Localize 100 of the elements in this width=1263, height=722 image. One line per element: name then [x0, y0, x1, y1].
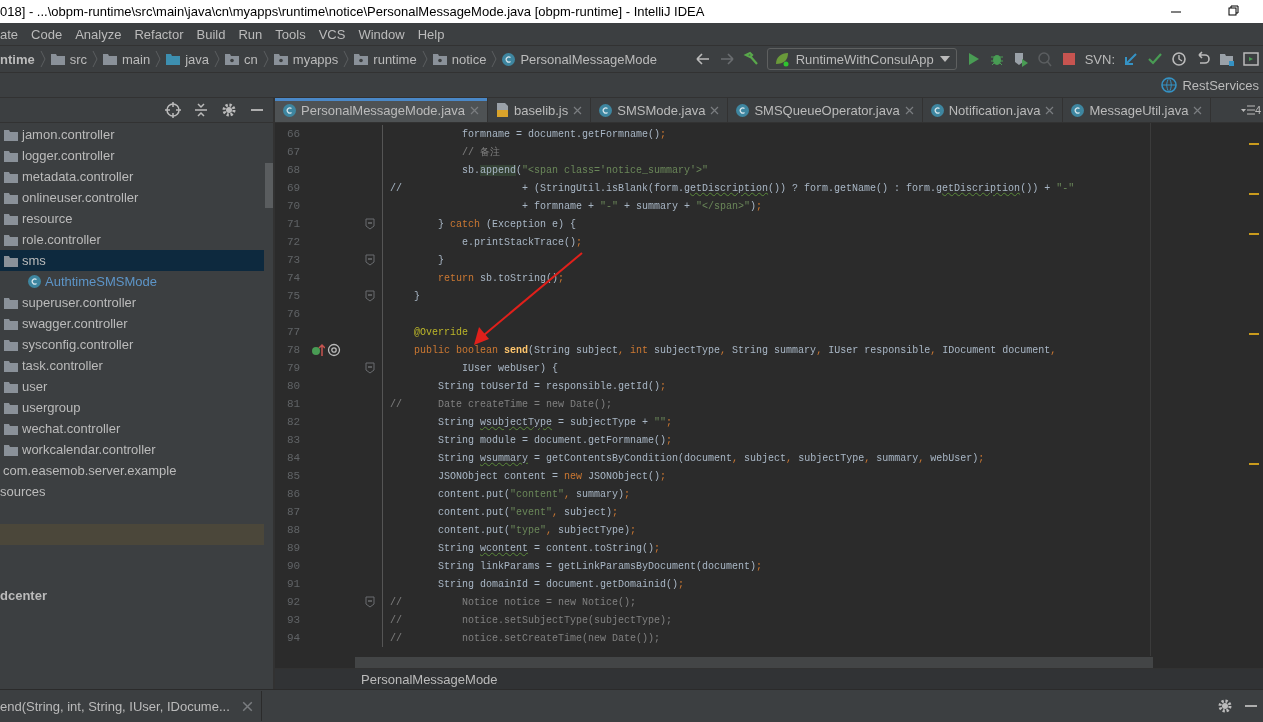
check-icon[interactable] [1147, 51, 1163, 67]
folder-icon [4, 317, 18, 330]
code-line: String wcontent = content.toString(); [437, 542, 661, 554]
window-icon[interactable] [1243, 51, 1259, 67]
breadcrumb[interactable]: runtime [354, 51, 417, 67]
menu-item[interactable]: Analyze [75, 26, 122, 42]
close-icon[interactable] [1193, 105, 1203, 115]
folder-icon [4, 191, 18, 204]
folder-icon [4, 422, 18, 435]
code-line: formname = document.getFormname(); [461, 128, 667, 140]
fold-marker-icon[interactable] [364, 362, 375, 374]
horizontal-scrollbar[interactable] [355, 657, 1153, 668]
tab-overflow-menu[interactable]: 4 [1240, 98, 1263, 122]
folder-icon [4, 380, 18, 393]
code-line: JSONObject content = new JSONObject(); [437, 470, 667, 482]
menu-item[interactable]: Tools [275, 26, 306, 42]
code-line: // notice.setSubjectType(subjectType); [390, 614, 673, 626]
spring-leaf-icon [773, 51, 790, 67]
tree-item[interactable]: jamon.controller [0, 124, 264, 145]
breadcrumb[interactable]: java [166, 51, 210, 67]
code-line: e.printStackTrace(); [461, 236, 583, 248]
settings-icon[interactable] [221, 102, 237, 118]
scroll-marker[interactable] [1249, 333, 1259, 335]
tree-item[interactable]: logger.controller [0, 145, 264, 166]
code-line: + formname + "-" + summary + "</span>"); [521, 200, 763, 212]
tree-item[interactable]: com.easemob.server.example [0, 460, 264, 481]
menu-item[interactable]: VCS [318, 26, 346, 42]
menu-item[interactable]: Code [31, 26, 63, 42]
scroll-marker[interactable] [1249, 193, 1259, 195]
folder-icon [4, 149, 18, 162]
tree-item[interactable]: AuthtimeSMSMode [0, 271, 264, 292]
class-icon [283, 103, 296, 117]
tree-item[interactable]: superuser.controller [0, 292, 264, 313]
target-icon[interactable] [165, 102, 181, 118]
scroll-marker[interactable] [1249, 143, 1259, 145]
folder-icon [50, 53, 65, 65]
history-clock-icon[interactable] [1171, 51, 1187, 67]
back-arrow-icon[interactable] [694, 51, 711, 67]
menu-item[interactable]: Window [358, 26, 405, 42]
menu-item[interactable]: Help [417, 26, 445, 42]
menu-item[interactable]: Refactor [134, 26, 184, 42]
stop-icon[interactable] [1060, 51, 1077, 67]
breadcrumb[interactable]: ntime [0, 51, 35, 67]
tree-item[interactable]: sources [0, 481, 264, 502]
tree-item[interactable]: role.controller [0, 229, 264, 250]
code-line: String wsummary = getContentsByCondition(document, subject, subjectType, summary, webUser); [437, 452, 985, 464]
bottom-tab[interactable]: end(String, int, String, IUser, IDocume... [0, 691, 262, 721]
settings-icon[interactable] [1217, 698, 1233, 714]
undo-icon[interactable] [1195, 51, 1211, 67]
code-line: content.put("content", summary); [437, 488, 631, 500]
line-number: 82 [286, 416, 302, 428]
tree-item[interactable]: sysconfig.controller [0, 334, 264, 355]
tree-item[interactable]: workcalendar.controller [0, 439, 264, 460]
close-icon[interactable] [1045, 105, 1055, 115]
fold-marker-icon[interactable] [364, 596, 375, 608]
breadcrumb[interactable]: PersonalMessageMode [502, 51, 657, 67]
tree-item[interactable]: onlineuser.controller [0, 187, 264, 208]
update-arrow-icon[interactable] [1123, 51, 1139, 67]
package-icon [354, 53, 369, 65]
scrollbar-thumb[interactable] [265, 163, 273, 208]
collapse-icon[interactable] [193, 102, 209, 118]
editor-tab[interactable]: PersonalMessageMode.java [275, 98, 489, 122]
scroll-marker[interactable] [1249, 233, 1259, 235]
rest-services-button[interactable]: RestServices [1160, 77, 1259, 93]
tree-item[interactable]: user [0, 376, 264, 397]
folder-grid-icon[interactable] [1219, 51, 1235, 67]
close-icon[interactable] [904, 105, 914, 115]
coverage-icon[interactable] [1012, 51, 1029, 67]
hammer-icon[interactable] [742, 51, 759, 67]
tree-item[interactable]: metadata.controller [0, 166, 264, 187]
folder-icon [4, 212, 18, 225]
close-icon[interactable] [470, 105, 480, 115]
breadcrumb[interactable]: main [103, 51, 151, 67]
fold-marker-icon[interactable] [364, 290, 375, 302]
scroll-marker[interactable] [1249, 463, 1259, 465]
breadcrumb[interactable]: myapps [273, 51, 339, 67]
code-line: content.put("type", subjectType); [437, 524, 637, 536]
close-icon[interactable] [241, 700, 253, 712]
menu-item[interactable]: ate [0, 26, 19, 42]
run-configuration-dropdown[interactable]: RuntimeWithConsulApp [766, 48, 957, 70]
breadcrumb[interactable]: src [50, 51, 87, 67]
line-number: 73 [286, 254, 302, 266]
code-line: String wsubjectType = subjectType + ""; [437, 416, 673, 428]
tree-item[interactable]: resource [0, 208, 264, 229]
close-icon[interactable] [710, 105, 720, 115]
breadcrumb[interactable]: notice [432, 51, 487, 67]
fold-marker-icon[interactable] [364, 254, 375, 266]
tree-item[interactable]: sms [0, 250, 264, 271]
tree-item[interactable]: task.controller [0, 355, 264, 376]
tree-item[interactable]: wechat.controller [0, 418, 264, 439]
window-title: 018] - ...\obpm-runtime\src\main\java\cn\myapps\runtime\notice\PersonalMessageMode.java [obpm-runtime] - IntelliJ IDEA [0, 4, 706, 19]
close-icon[interactable] [573, 105, 583, 115]
breadcrumb[interactable]: cn [225, 51, 258, 67]
tree-item[interactable]: swagger.controller [0, 313, 264, 334]
breadcrumb[interactable]: PersonalMessageMode [361, 671, 498, 687]
forward-arrow-icon[interactable] [718, 51, 735, 67]
tree-item[interactable]: usergroup [0, 397, 264, 418]
menu-item[interactable]: Build [196, 26, 226, 42]
menu-item[interactable]: Run [238, 26, 263, 42]
fold-marker-icon[interactable] [364, 218, 375, 230]
